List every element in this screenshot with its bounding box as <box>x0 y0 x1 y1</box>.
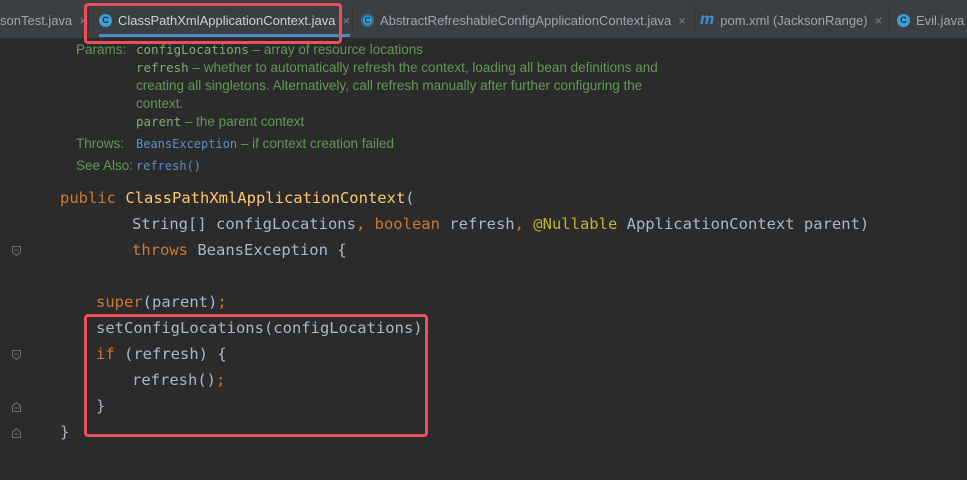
tab-divider <box>352 6 353 34</box>
tab-label: pom.xml (JacksonRange) <box>720 12 868 28</box>
code-text: } <box>60 423 70 441</box>
maven-icon: m <box>700 11 715 28</box>
code-line[interactable]: String[] configLocations, boolean refres… <box>132 211 869 237</box>
constructor-name: ClassPathXmlApplicationContext <box>125 189 406 207</box>
tab-label: sonTest.java <box>0 12 73 28</box>
tab-label: ClassPathXmlApplicationContext.java <box>118 12 336 28</box>
doc-param-name: parent <box>136 114 182 129</box>
doc-throws-desc: – if context creation failed <box>237 136 394 151</box>
fold-end-icon[interactable] <box>12 428 21 438</box>
class-icon: C <box>99 13 112 27</box>
tab-divider <box>694 6 695 34</box>
class-icon: C <box>897 13 910 27</box>
fold-end-icon[interactable] <box>12 402 21 412</box>
doc-param-name: configLocations <box>136 42 249 57</box>
code-text: BeansException { <box>197 241 347 259</box>
code-text: ApplicationContext parent) <box>626 215 870 233</box>
tab-label: Evil.java <box>916 12 965 28</box>
code-line[interactable]: refresh(); <box>132 367 225 393</box>
code-line[interactable]: super(parent); <box>96 289 227 315</box>
keyword: if <box>96 345 124 363</box>
doc-param-name: refresh <box>136 60 189 75</box>
keyword: public <box>60 189 126 207</box>
tab-divider <box>88 6 89 34</box>
code-text: refresh <box>449 215 515 233</box>
close-icon[interactable]: × <box>79 13 87 28</box>
code-line[interactable]: } <box>96 393 105 419</box>
tab-json-test[interactable]: sonTest.java × <box>0 6 87 34</box>
doc-see-also-key: See Also: <box>76 158 134 173</box>
fold-icon[interactable] <box>12 350 21 360</box>
doc-param-desc: creating all singletons. Alternatively, … <box>136 78 643 93</box>
tab-label: AbstractRefreshableConfigApplicationCont… <box>380 12 672 28</box>
code-line[interactable]: if (refresh) { <box>96 341 227 367</box>
close-icon[interactable]: × <box>875 13 883 28</box>
tab-evil[interactable]: C Evil.java <box>897 6 964 34</box>
code-line[interactable]: public ClassPathXmlApplicationContext( <box>60 185 415 211</box>
tab-divider <box>889 6 890 34</box>
tab-abstract-refreshable-config-application-context[interactable]: C AbstractRefreshableConfigApplicationCo… <box>361 6 686 34</box>
code-text: (parent) <box>142 293 218 311</box>
code-punct: , <box>355 215 375 233</box>
code-text: } <box>96 397 106 415</box>
code-punct: ; <box>422 319 432 337</box>
code-text: String[] configLocations <box>132 215 356 233</box>
code-line[interactable]: throws BeansException { <box>132 237 347 263</box>
editor-tab-bar: sonTest.java × C ClassPathXmlApplication… <box>0 0 967 39</box>
abstract-class-icon: C <box>361 13 374 27</box>
doc-params-key: Params: <box>76 42 127 57</box>
code-text: ( <box>405 189 415 207</box>
doc-throws-link[interactable]: BeansException <box>136 137 237 151</box>
code-punct: ; <box>217 293 227 311</box>
doc-param-desc: – whether to automatically refresh the c… <box>188 60 658 75</box>
doc-see-also-link[interactable]: refresh() <box>136 157 201 175</box>
code-punct: ; <box>216 371 226 389</box>
doc-param-desc: context. <box>136 96 184 111</box>
close-icon[interactable]: × <box>678 13 686 28</box>
code-line[interactable]: setConfigLocations(configLocations); <box>96 315 432 341</box>
tab-classpath-xml-application-context[interactable]: C ClassPathXmlApplicationContext.java × <box>99 6 351 37</box>
doc-param-desc: – array of resource locations <box>248 42 423 57</box>
doc-param-desc: – the parent context <box>181 114 305 129</box>
fold-icon[interactable] <box>12 246 21 256</box>
tab-pom-xml[interactable]: m pom.xml (JacksonRange) × <box>700 6 882 34</box>
close-icon[interactable]: × <box>343 13 351 28</box>
code-text: setConfigLocations(configLocations) <box>96 319 423 337</box>
keyword: super <box>96 293 143 311</box>
code-line[interactable]: } <box>60 419 69 445</box>
annotation: @Nullable <box>533 215 627 233</box>
code-text: refresh() <box>132 371 216 389</box>
doc-throws-key: Throws: <box>76 136 125 151</box>
rendered-javadoc: Params: configLocations – array of resou… <box>76 41 658 175</box>
code-text: (refresh) { <box>124 345 227 363</box>
code-punct: , <box>514 215 534 233</box>
keyword: boolean <box>374 215 450 233</box>
keyword: throws <box>132 241 198 259</box>
